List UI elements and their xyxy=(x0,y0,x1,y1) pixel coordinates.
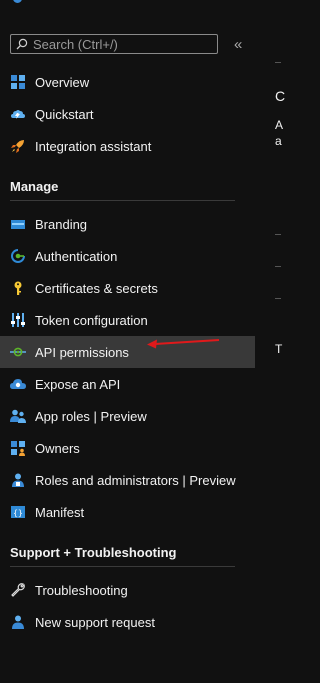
nav-item-label: Manifest xyxy=(35,504,85,520)
search-box[interactable] xyxy=(10,34,218,54)
key-icon xyxy=(10,280,26,296)
nav-item-token-configuration[interactable]: Token configuration xyxy=(0,304,255,336)
section-divider xyxy=(10,200,235,201)
app-roles-icon xyxy=(10,408,26,424)
quickstart-icon xyxy=(10,106,26,122)
pane-divider xyxy=(275,298,281,299)
pane-divider xyxy=(275,266,281,267)
search-input[interactable] xyxy=(33,36,203,52)
nav-item-troubleshooting[interactable]: Troubleshooting xyxy=(0,574,255,606)
nav-item-manifest[interactable]: {} Manifest xyxy=(0,496,255,528)
nav-item-branding[interactable]: Branding xyxy=(0,208,255,240)
nav-item-label: Owners xyxy=(35,440,80,456)
nav-item-expose-an-api[interactable]: Expose an API xyxy=(0,368,255,400)
pane-text-fragment: a xyxy=(275,134,282,148)
nav-item-label: Overview xyxy=(35,74,90,90)
cloud-icon xyxy=(10,376,26,392)
owners-icon xyxy=(10,440,26,456)
nav-item-quickstart[interactable]: Quickstart xyxy=(0,98,255,130)
svg-text:{}: {} xyxy=(13,509,23,518)
section-divider xyxy=(10,566,235,567)
nav-item-label: API permissions xyxy=(35,344,129,360)
nav-item-label: Token configuration xyxy=(35,312,148,328)
sidebar-menu: Overview Quickstart Integration assistan… xyxy=(0,66,255,638)
nav-item-label: Certificates & secrets xyxy=(35,280,158,296)
nav-item-roles-administrators[interactable]: Roles and administrators | Preview xyxy=(0,464,255,496)
nav-item-label: Roles and administrators | Preview xyxy=(35,472,236,488)
pane-divider xyxy=(275,234,281,235)
pane-text-fragment: A xyxy=(275,118,284,132)
section-support: Support + Troubleshooting xyxy=(10,545,177,560)
authentication-icon xyxy=(10,248,26,264)
nav-item-overview[interactable]: Overview xyxy=(0,66,255,98)
nav-item-label: Quickstart xyxy=(35,106,94,122)
overview-icon xyxy=(10,74,26,90)
nav-item-owners[interactable]: Owners xyxy=(0,432,255,464)
pane-heading-fragment: C xyxy=(275,88,286,104)
nav-item-app-roles[interactable]: App roles | Preview xyxy=(0,400,255,432)
nav-item-label: Integration assistant xyxy=(35,138,152,154)
branding-icon xyxy=(10,216,26,232)
section-manage: Manage xyxy=(10,179,59,194)
app-icon xyxy=(13,0,22,3)
nav-item-label: Branding xyxy=(35,216,88,232)
manifest-icon: {} xyxy=(10,504,26,520)
roles-admin-icon xyxy=(10,472,26,488)
nav-item-label: New support request xyxy=(35,614,155,630)
rocket-icon xyxy=(10,138,26,154)
nav-item-new-support-request[interactable]: New support request xyxy=(0,606,255,638)
search-icon xyxy=(16,38,28,50)
nav-item-label: App roles | Preview xyxy=(35,408,147,424)
api-permissions-icon xyxy=(10,344,26,360)
nav-item-label: Expose an API xyxy=(35,376,121,392)
nav-item-certificates-secrets[interactable]: Certificates & secrets xyxy=(0,272,255,304)
right-content-pane: C A a T xyxy=(255,0,285,683)
wrench-icon xyxy=(10,582,26,598)
token-config-icon xyxy=(10,312,26,328)
nav-item-integration-assistant[interactable]: Integration assistant xyxy=(0,130,255,162)
pane-divider xyxy=(275,62,281,63)
nav-item-label: Authentication xyxy=(35,248,118,264)
nav-item-authentication[interactable]: Authentication xyxy=(0,240,255,272)
nav-item-label: Troubleshooting xyxy=(35,582,128,598)
support-person-icon xyxy=(10,614,26,630)
pane-text-fragment: T xyxy=(275,342,283,356)
search-row: « xyxy=(10,34,255,56)
collapse-chevron-icon[interactable]: « xyxy=(234,36,242,53)
annotation-arrow xyxy=(147,339,220,349)
